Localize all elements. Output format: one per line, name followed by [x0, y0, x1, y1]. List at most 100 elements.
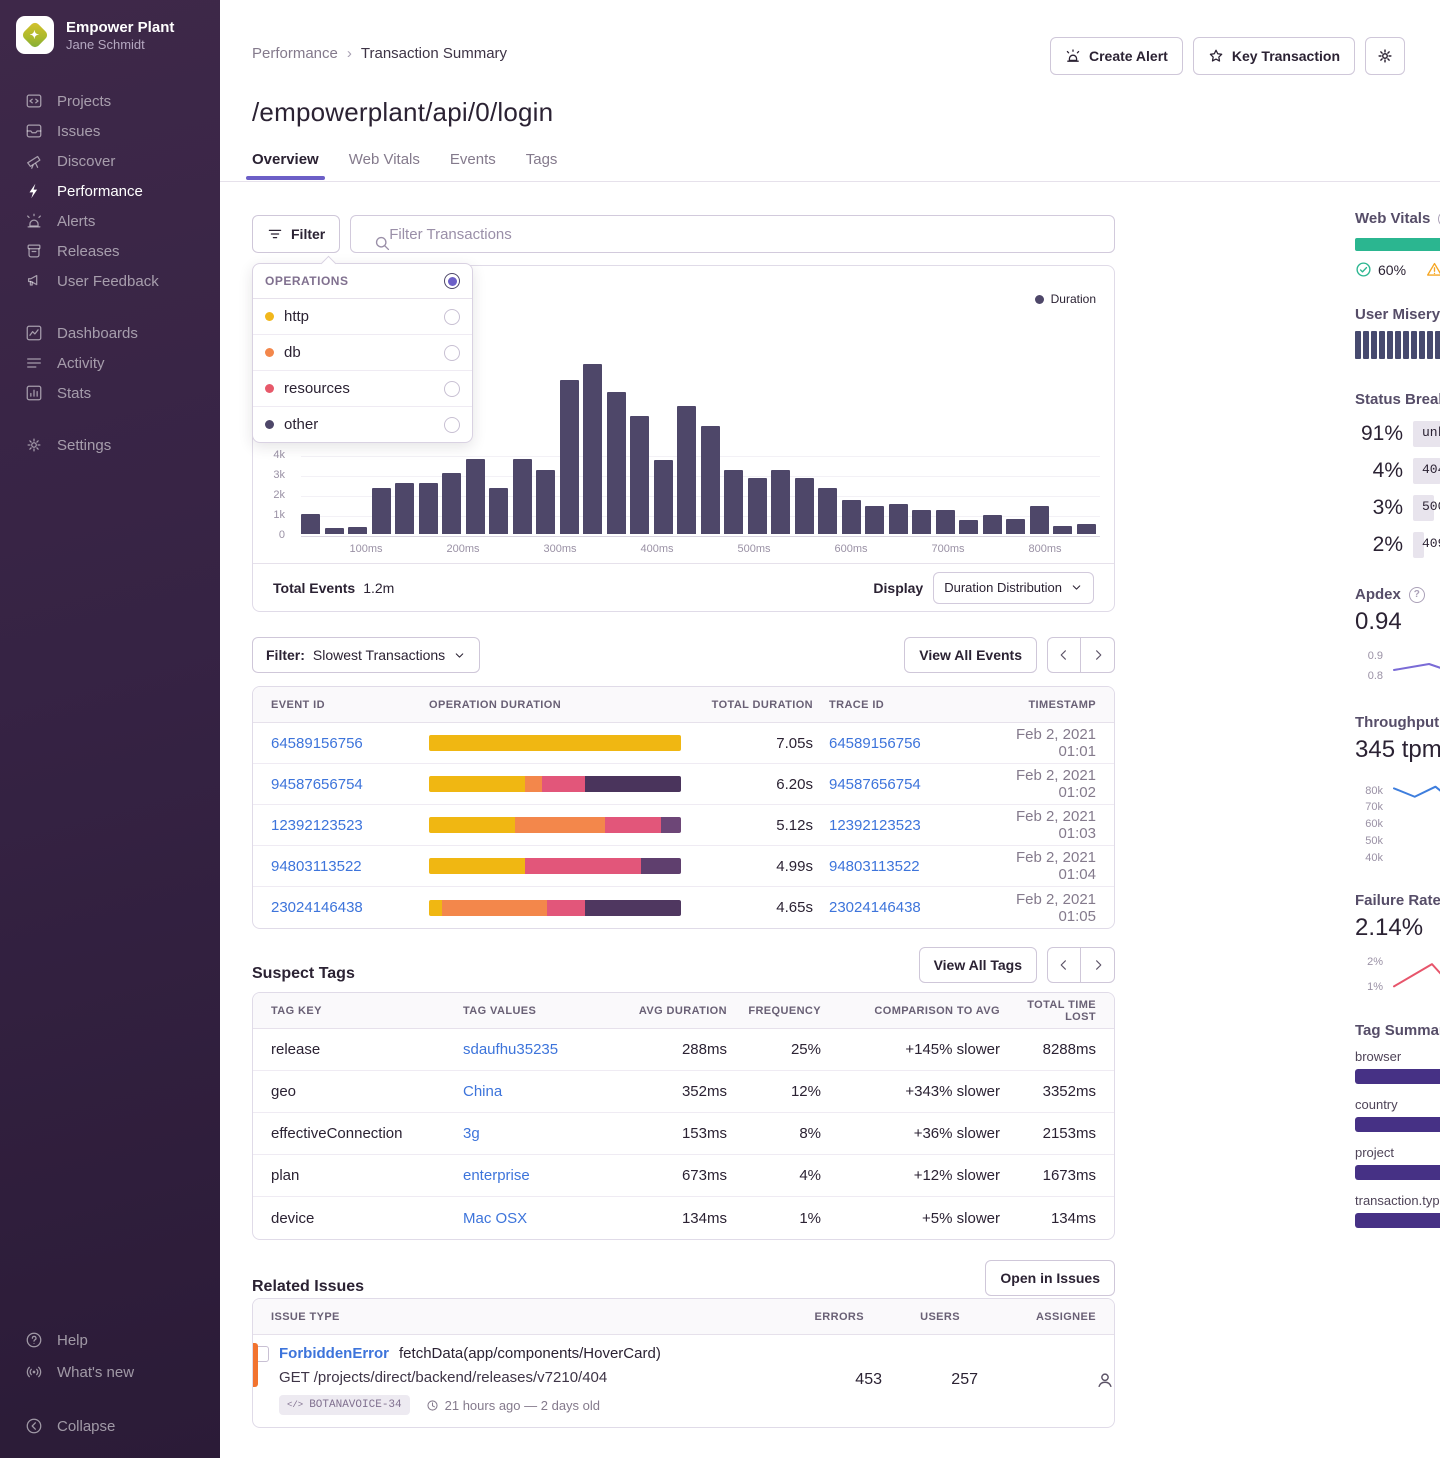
filter-option-radio[interactable]	[444, 381, 460, 397]
sidebar-item-issues[interactable]: Issues	[0, 116, 220, 146]
view-all-tags-button[interactable]: View All Tags	[919, 947, 1037, 983]
events-filter-value: Slowest Transactions	[313, 647, 445, 663]
slowest-transactions-dropdown[interactable]: Filter: Slowest Transactions	[252, 637, 480, 673]
display-dropdown[interactable]: Duration Distribution	[933, 572, 1094, 604]
filter-option-http[interactable]: http	[253, 299, 472, 335]
misery-segment	[1363, 331, 1369, 359]
sidebar-item-what-s-new[interactable]: What's new	[0, 1356, 220, 1388]
db-color-dot-icon	[265, 348, 274, 357]
operations-header-row[interactable]: OPERATIONS	[253, 264, 472, 299]
sidebar-item-user-feedback[interactable]: User Feedback	[0, 266, 220, 296]
event-id-link[interactable]: 94803113522	[271, 858, 413, 875]
warning-triangle-icon	[1426, 261, 1440, 278]
tab-tags[interactable]: Tags	[526, 151, 558, 178]
table-row: 945876567546.20s94587656754Feb 2, 2021 0…	[253, 764, 1114, 805]
help-question-icon[interactable]: ?	[1409, 587, 1425, 603]
filter-option-db[interactable]: db	[253, 335, 472, 371]
breadcrumb-performance[interactable]: Performance	[252, 45, 338, 62]
histogram-bar	[1030, 506, 1049, 534]
col-trace-id: TRACE ID	[829, 699, 997, 711]
filter-option-radio[interactable]	[444, 417, 460, 433]
sidebar-item-settings[interactable]: Settings	[0, 430, 220, 460]
filter-button[interactable]: Filter	[252, 215, 340, 253]
tab-events[interactable]: Events	[450, 151, 496, 178]
event-id-link[interactable]: 23024146438	[271, 899, 413, 916]
duration-legend-label: Duration	[1051, 292, 1096, 306]
sidebar-item-releases[interactable]: Releases	[0, 236, 220, 266]
assignee-button[interactable]	[994, 1371, 1114, 1389]
histogram-bar	[959, 520, 978, 534]
trace-id-link[interactable]: 94587656754	[829, 776, 997, 793]
sidebar-item-help[interactable]: Help	[0, 1324, 220, 1356]
user-feedback-icon	[25, 272, 43, 290]
sidebar-item-activity[interactable]: Activity	[0, 348, 220, 378]
filter-option-radio[interactable]	[444, 309, 460, 325]
col-operation-duration: OPERATION DURATION	[429, 699, 681, 711]
comparison-to-avg: +5% slower	[835, 1210, 1000, 1227]
y-axis-label: 40k	[1365, 852, 1383, 864]
sidebar-item-alerts[interactable]: Alerts	[0, 206, 220, 236]
header-divider	[220, 181, 1440, 182]
x-axis-labels: 100ms200ms300ms400ms500ms600ms700ms800ms	[253, 543, 1114, 559]
tab-overview[interactable]: Overview	[252, 151, 319, 178]
project-chip[interactable]: </> BOTANAVOICE-34	[279, 1395, 410, 1415]
tab-bar: Overview Web Vitals Events Tags	[252, 151, 557, 178]
issue-age: 21 hours ago — 2 days old	[445, 1398, 600, 1413]
tag-value-link[interactable]: enterprise	[463, 1167, 613, 1184]
tag-summary-title: Tag Summary	[1355, 1022, 1440, 1039]
trace-id-link[interactable]: 94803113522	[829, 858, 997, 875]
trace-id-link[interactable]: 64589156756	[829, 735, 997, 752]
open-in-issues-button[interactable]: Open in Issues	[985, 1260, 1115, 1296]
timestamp: Feb 2, 2021 01:02	[1013, 767, 1096, 801]
key-transaction-button[interactable]: Key Transaction	[1193, 37, 1355, 75]
view-all-events-button[interactable]: View All Events	[904, 637, 1037, 673]
create-alert-button[interactable]: Create Alert	[1050, 37, 1183, 75]
operations-radio-selected[interactable]	[444, 273, 460, 289]
tab-web-vitals[interactable]: Web Vitals	[349, 151, 420, 178]
avg-duration: 288ms	[627, 1041, 727, 1058]
sidebar-item-discover[interactable]: Discover	[0, 146, 220, 176]
sidebar-item-projects[interactable]: Projects	[0, 86, 220, 116]
histogram-bar	[795, 478, 814, 534]
tag-summary-bar	[1355, 1213, 1440, 1228]
prev-page-button[interactable]	[1047, 637, 1081, 673]
tag-value-link[interactable]: China	[463, 1083, 613, 1100]
trace-id-link[interactable]: 12392123523	[829, 817, 997, 834]
tag-value-link[interactable]: Mac OSX	[463, 1210, 613, 1227]
sidebar-item-performance[interactable]: Performance	[0, 176, 220, 206]
filter-option-resources[interactable]: resources	[253, 371, 472, 407]
prev-page-button[interactable]	[1047, 947, 1081, 983]
filter-option-other[interactable]: other	[253, 407, 472, 442]
search-input[interactable]	[350, 215, 1115, 253]
histogram-bar	[395, 483, 414, 534]
events-toolbar: Filter: Slowest Transactions View All Ev…	[252, 637, 1115, 673]
next-page-button[interactable]	[1081, 947, 1115, 983]
tag-value-link[interactable]: sdaufhu35235	[463, 1041, 613, 1058]
event-id-link[interactable]: 64589156756	[271, 735, 413, 752]
comparison-to-avg: +145% slower	[835, 1041, 1000, 1058]
next-page-button[interactable]	[1081, 637, 1115, 673]
event-id-link[interactable]: 12392123523	[271, 817, 413, 834]
code-icon: </>	[287, 1400, 303, 1410]
tag-summary-key: project	[1355, 1145, 1394, 1160]
trace-id-link[interactable]: 23024146438	[829, 899, 997, 916]
issue-row: ForbiddenError fetchData(app/components/…	[253, 1335, 1114, 1427]
tag-summary-row: projectjavascript100%	[1355, 1145, 1440, 1180]
chart-legend[interactable]: Duration	[1035, 292, 1096, 306]
sidebar-item-collapse[interactable]: Collapse	[0, 1410, 220, 1442]
org-switcher[interactable]: ✦ Empower Plant Jane Schmidt	[0, 0, 220, 64]
histogram-bar	[677, 406, 696, 534]
status-chip: 500 data_loss	[1413, 495, 1440, 521]
table-row: geoChina352ms12%+343% slower3352ms	[253, 1071, 1114, 1113]
tag-value-link[interactable]: 3g	[463, 1125, 613, 1142]
settings-gear-button[interactable]	[1365, 37, 1405, 75]
sidebar-item-stats[interactable]: Stats	[0, 378, 220, 408]
event-id-link[interactable]: 94587656754	[271, 776, 413, 793]
sidebar-item-dashboards[interactable]: Dashboards	[0, 318, 220, 348]
histogram-bar	[701, 426, 720, 534]
tag-key: release	[271, 1041, 449, 1058]
filter-option-radio[interactable]	[444, 345, 460, 361]
col-errors: ERRORS	[784, 1311, 864, 1323]
issue-error-type-link[interactable]: ForbiddenError	[279, 1345, 389, 1362]
table-row: 948031135224.99s94803113522Feb 2, 2021 0…	[253, 846, 1114, 887]
